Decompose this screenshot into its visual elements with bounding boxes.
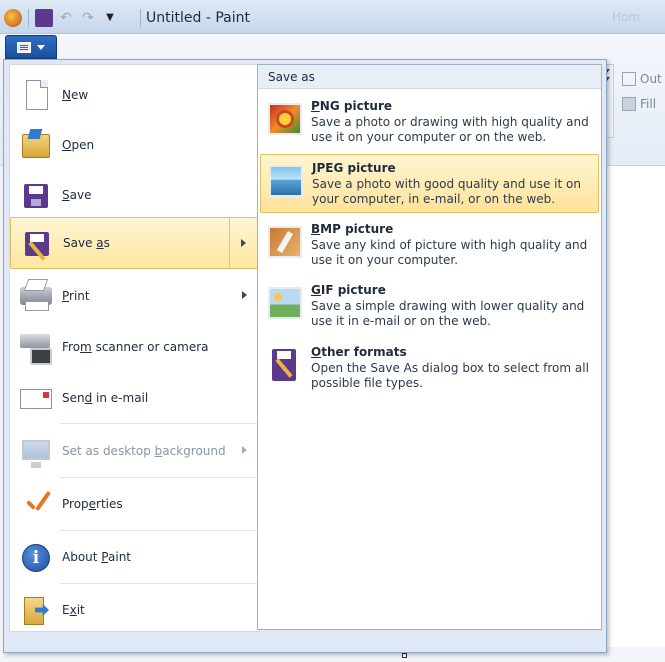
- save-disk-icon: [24, 184, 48, 208]
- menu-item-about-paint[interactable]: i About Paint: [10, 531, 259, 583]
- option-description: Save a simple drawing with lower quality…: [311, 299, 585, 328]
- menu-item-from-scanner[interactable]: From scanner or camera: [10, 321, 259, 373]
- printer-icon: [20, 287, 52, 311]
- menu-item-properties[interactable]: Properties: [10, 478, 259, 530]
- customize-dropdown-icon[interactable]: ▼: [101, 9, 119, 27]
- menu-item-label: Open: [62, 138, 95, 152]
- menu-item-set-desktop-background: Set as desktop background: [10, 425, 259, 477]
- option-description: Save any kind of picture with high quali…: [311, 238, 588, 267]
- menu-item-label: Print: [62, 289, 90, 303]
- option-title: JPEG picture: [312, 161, 396, 175]
- menu-footer: [9, 634, 601, 648]
- option-description: Save a photo with good quality and use i…: [312, 177, 581, 206]
- fill-label: Fill: [640, 97, 657, 111]
- option-title: PNG picture: [311, 99, 393, 113]
- application-menu-commands: New Open Save Save as Print From scanner…: [9, 64, 260, 632]
- chevron-down-icon: [37, 45, 45, 50]
- option-title: BMP picture: [311, 222, 394, 236]
- menu-item-save-as[interactable]: Save as: [10, 217, 259, 269]
- menu-item-label: Save: [62, 188, 92, 202]
- save-as-icon: [25, 232, 49, 256]
- save-as-bmp[interactable]: BMP picture Save any kind of picture wit…: [260, 216, 599, 275]
- fill-button[interactable]: Fill: [622, 97, 656, 111]
- option-description: Open the Save As dialog box to select fr…: [311, 361, 589, 390]
- window-title: Untitled - Paint: [146, 10, 250, 26]
- email-icon: [20, 389, 52, 409]
- quick-access-toolbar: ↶ ↷ ▼: [4, 8, 119, 28]
- option-title: GIF picture: [311, 283, 386, 297]
- menu-separator: [60, 423, 260, 424]
- option-title: Other formats: [311, 345, 407, 359]
- menu-item-label: Send in e-mail: [62, 391, 149, 405]
- menu-item-print[interactable]: Print: [10, 270, 259, 322]
- save-as-header: Save as: [258, 65, 601, 89]
- save-as-other-formats[interactable]: Other formats Open the Save As dialog bo…: [260, 339, 599, 398]
- menu-item-new[interactable]: New: [10, 69, 259, 121]
- chevron-right-icon: [242, 291, 247, 299]
- canvas-resize-handle[interactable]: [402, 653, 407, 658]
- other-formats-icon: [272, 349, 296, 381]
- application-menu: New Open Save Save as Print From scanner…: [3, 59, 607, 653]
- option-description: Save a photo or drawing with high qualit…: [311, 115, 589, 144]
- menu-item-label: From scanner or camera: [62, 340, 209, 354]
- new-document-icon: [26, 80, 48, 110]
- undo-icon[interactable]: ↶: [57, 9, 75, 27]
- menu-document-icon: [17, 42, 31, 53]
- menu-item-label: New: [62, 88, 89, 102]
- open-folder-icon: [22, 134, 50, 158]
- save-as-png[interactable]: PNG picture Save a photo or drawing with…: [260, 93, 599, 152]
- menu-item-label: Properties: [62, 497, 123, 511]
- fill-icon: [622, 97, 636, 111]
- menu-item-label: About Paint: [62, 550, 131, 564]
- chevron-right-icon: [242, 446, 247, 454]
- jpeg-picture-icon: [269, 165, 303, 197]
- split-divider: [229, 218, 230, 268]
- chevron-right-icon[interactable]: [241, 239, 246, 247]
- png-picture-icon: [268, 103, 302, 135]
- redo-icon[interactable]: ↷: [79, 9, 97, 27]
- outline-label: Out: [640, 72, 662, 86]
- title-separator: [140, 9, 141, 27]
- menu-item-label: Set as desktop background: [62, 444, 226, 458]
- save-as-jpeg[interactable]: JPEG picture Save a photo with good qual…: [260, 154, 599, 213]
- drawing-canvas[interactable]: [600, 167, 665, 647]
- menu-item-label: Save as: [63, 236, 110, 250]
- checkmark-icon: [24, 491, 48, 517]
- bmp-picture-icon: [268, 226, 302, 258]
- paint-menu-button[interactable]: [5, 35, 57, 59]
- desktop-background-icon: [22, 440, 50, 468]
- scanner-icon: [20, 334, 52, 365]
- menu-item-open[interactable]: Open: [10, 119, 259, 171]
- gif-picture-icon: [268, 287, 302, 319]
- save-icon[interactable]: [35, 9, 53, 27]
- outline-icon: [622, 72, 636, 86]
- paint-app-icon[interactable]: [4, 9, 22, 27]
- window-controls-blurred: Hom: [612, 10, 641, 24]
- menu-item-save[interactable]: Save: [10, 169, 259, 221]
- exit-icon: [24, 597, 44, 625]
- menu-item-label: Exit: [62, 603, 85, 617]
- menu-item-exit[interactable]: Exit: [10, 584, 259, 636]
- qat-separator: [28, 9, 29, 27]
- outline-button[interactable]: Out: [622, 72, 662, 86]
- save-as-gif[interactable]: GIF picture Save a simple drawing with l…: [260, 277, 599, 336]
- title-bar: ↶ ↷ ▼ Untitled - Paint Hom: [0, 0, 665, 34]
- save-as-submenu: Save as PNG picture Save a photo or draw…: [257, 64, 602, 630]
- menu-item-send-email[interactable]: Send in e-mail: [10, 372, 259, 424]
- info-icon: i: [22, 544, 50, 572]
